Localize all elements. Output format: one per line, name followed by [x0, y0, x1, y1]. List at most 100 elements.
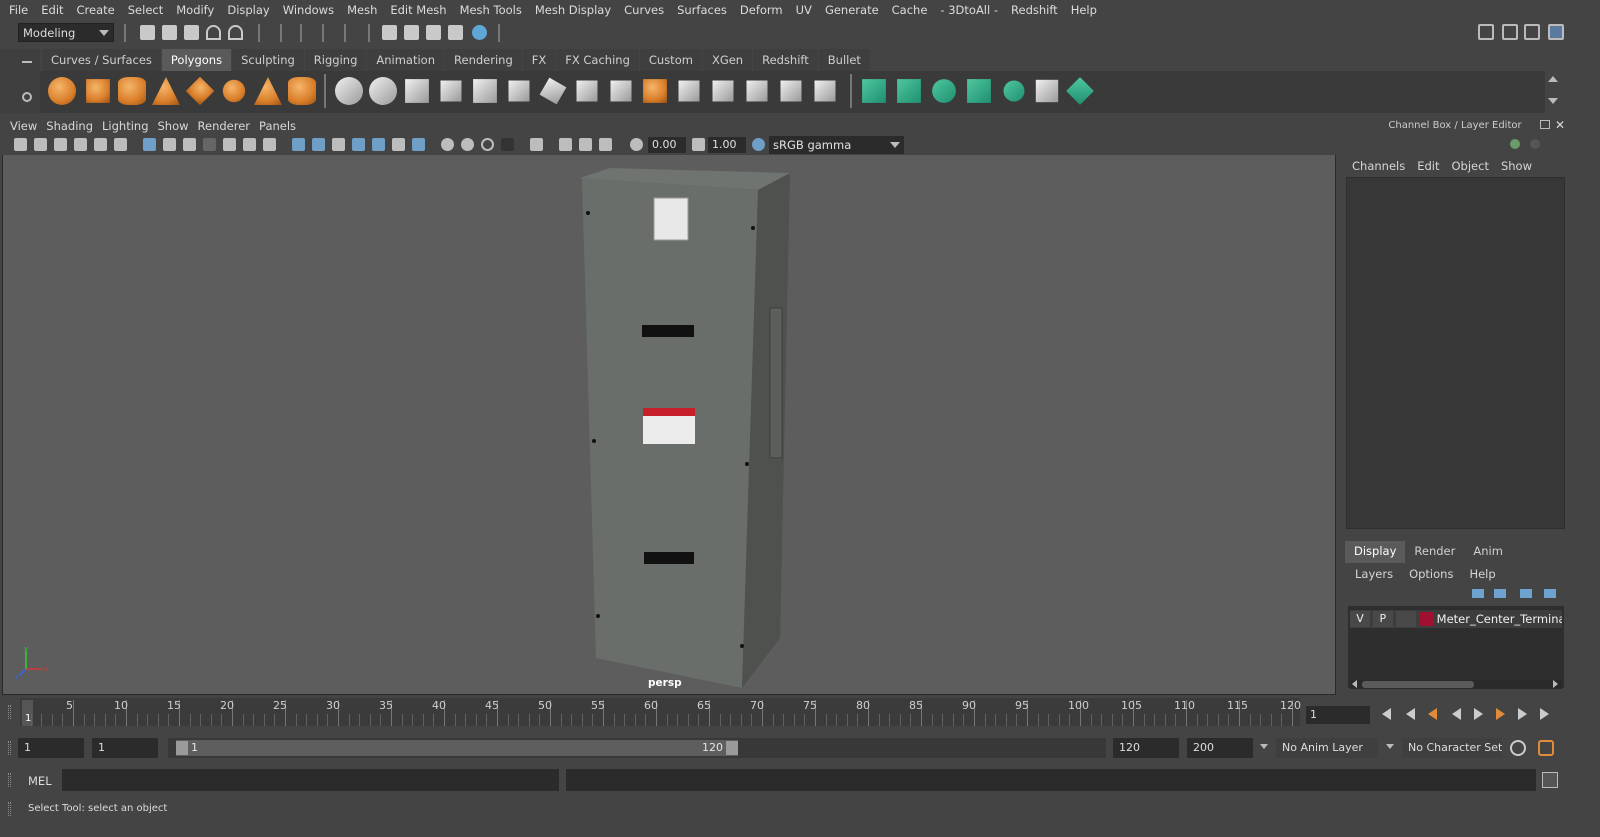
- range-start-handle[interactable]: [176, 741, 188, 755]
- viewport-menu-show[interactable]: Show: [156, 119, 196, 133]
- layer-visibility-toggle[interactable]: V: [1350, 611, 1370, 627]
- bookmarks-icon[interactable]: [54, 138, 67, 151]
- menu-edit[interactable]: Edit: [36, 3, 71, 17]
- grease-pencil-icon[interactable]: [114, 138, 127, 151]
- character-set-dropdown[interactable]: No Character Set: [1402, 738, 1502, 758]
- scroll-left-icon[interactable]: [1352, 680, 1357, 688]
- channel-box-menu-show[interactable]: Show: [1495, 155, 1538, 177]
- shelf-gear-icon[interactable]: [22, 92, 32, 102]
- layer-menu-options[interactable]: Options: [1401, 564, 1461, 584]
- select-camera-icon[interactable]: [14, 138, 27, 151]
- menu-mesh[interactable]: Mesh: [342, 3, 385, 17]
- combine-icon[interactable]: [335, 77, 363, 105]
- auto-key-icon[interactable]: [1510, 740, 1526, 756]
- step-forward-key-icon[interactable]: [1496, 708, 1505, 720]
- step-back-frame-icon[interactable]: [1406, 708, 1415, 720]
- playback-start-field[interactable]: 1: [92, 738, 158, 758]
- 2d-pan-zoom-icon[interactable]: [94, 138, 107, 151]
- bridge-icon[interactable]: [508, 80, 530, 102]
- gate-mask-icon[interactable]: [203, 138, 216, 151]
- chevron-down-icon[interactable]: [1260, 744, 1268, 749]
- layer-color-swatch[interactable]: [1418, 612, 1433, 626]
- shelf-tab-animation[interactable]: Animation: [367, 49, 445, 71]
- layer-menu-layers[interactable]: Layers: [1347, 564, 1401, 584]
- resolution-gate-icon[interactable]: [183, 138, 196, 151]
- use-default-material-icon[interactable]: [332, 138, 345, 151]
- range-slider-bar[interactable]: [176, 740, 738, 756]
- render-view-icon[interactable]: [382, 25, 397, 40]
- channel-box-toggle-icon[interactable]: [1548, 24, 1564, 40]
- bevel-icon[interactable]: [576, 80, 598, 102]
- undo-icon[interactable]: [206, 25, 221, 40]
- uv-planar-map-icon[interactable]: [862, 79, 886, 103]
- shelf-tab-redshift[interactable]: Redshift: [753, 49, 818, 71]
- menu-mesh-display[interactable]: Mesh Display: [530, 3, 619, 17]
- anim-layer-dropdown[interactable]: No Anim Layer: [1276, 738, 1378, 758]
- hypershade-icon[interactable]: [472, 25, 487, 40]
- channel-box-menu-channels[interactable]: Channels: [1346, 155, 1411, 177]
- menu-redshift[interactable]: Redshift: [1006, 3, 1066, 17]
- tool-settings-icon[interactable]: [1524, 24, 1540, 40]
- command-line-grip[interactable]: [8, 773, 11, 787]
- step-forward-frame-icon[interactable]: [1518, 708, 1527, 720]
- shelf-tab-xgen[interactable]: XGen: [702, 49, 753, 71]
- motion-blur-icon[interactable]: [461, 138, 474, 151]
- xray-active-components-icon[interactable]: [579, 138, 592, 151]
- redo-icon[interactable]: [228, 25, 243, 40]
- open-scene-icon[interactable]: [162, 25, 177, 40]
- shelf-menu-icon[interactable]: [22, 61, 32, 63]
- range-slider-grip[interactable]: [8, 741, 11, 755]
- use-all-lights-icon[interactable]: [392, 138, 405, 151]
- chevron-down-icon[interactable]: [1386, 744, 1394, 749]
- anti-aliasing-icon[interactable]: [481, 138, 494, 151]
- layer-name[interactable]: Meter_Center_Terminal_B: [1437, 612, 1562, 626]
- screen-space-ao-icon[interactable]: [441, 138, 454, 151]
- new-scene-icon[interactable]: [140, 25, 155, 40]
- ipr-render-icon[interactable]: [426, 25, 441, 40]
- shelf-tab-polygons[interactable]: Polygons: [161, 49, 232, 71]
- mirror-icon[interactable]: [814, 80, 836, 102]
- viewport-menu-view[interactable]: View: [8, 119, 44, 133]
- film-gate-icon[interactable]: [163, 138, 176, 151]
- layer-tab-anim[interactable]: Anim: [1464, 541, 1512, 563]
- menu-edit-mesh[interactable]: Edit Mesh: [385, 3, 454, 17]
- append-polygon-icon[interactable]: [678, 80, 700, 102]
- camera-attributes-icon[interactable]: [34, 138, 47, 151]
- menu-help[interactable]: Help: [1066, 3, 1105, 17]
- close-icon[interactable]: ✕: [1555, 118, 1565, 132]
- range-end-handle[interactable]: [726, 741, 738, 755]
- field-chart-icon[interactable]: [223, 138, 236, 151]
- safe-action-icon[interactable]: [243, 138, 256, 151]
- new-layer-icon[interactable]: [1520, 589, 1532, 598]
- insert-edge-loop-icon[interactable]: [610, 80, 632, 102]
- menu-create[interactable]: Create: [72, 3, 123, 17]
- exposure-icon[interactable]: [630, 138, 643, 151]
- new-layer-from-selected-icon[interactable]: [1544, 589, 1556, 598]
- poly-cube-icon[interactable]: [86, 79, 110, 103]
- xray-joints-icon[interactable]: [599, 138, 612, 151]
- textured-icon[interactable]: [372, 138, 385, 151]
- menu-3dtoall[interactable]: - 3DtoAll -: [935, 3, 1006, 17]
- go-to-end-icon[interactable]: [1540, 708, 1549, 720]
- channel-box-area[interactable]: [1346, 177, 1565, 529]
- poly-sphere-icon[interactable]: [48, 77, 76, 105]
- render-settings-icon[interactable]: [448, 25, 463, 40]
- move-layer-up-icon[interactable]: [1472, 589, 1484, 598]
- shelf-tab-curves-surfaces[interactable]: Curves / Surfaces: [42, 49, 161, 71]
- menu-curves[interactable]: Curves: [619, 3, 672, 17]
- shelf-tab-bullet[interactable]: Bullet: [818, 49, 870, 71]
- offset-edge-loop-icon[interactable]: [643, 79, 667, 103]
- layer-tab-display[interactable]: Display: [1345, 541, 1406, 563]
- wireframe-on-shaded-icon[interactable]: [352, 138, 365, 151]
- playback-end-field[interactable]: 120: [1113, 738, 1179, 758]
- shelf-tab-sculpting[interactable]: Sculpting: [232, 49, 304, 71]
- uv-cylindrical-map-icon[interactable]: [897, 79, 921, 103]
- menu-windows[interactable]: Windows: [278, 3, 342, 17]
- depth-of-field-icon[interactable]: [501, 138, 514, 151]
- shelf-scroll-up-icon[interactable]: [1548, 76, 1558, 82]
- cabinet-model[interactable]: [570, 168, 800, 693]
- channel-box-menu-object[interactable]: Object: [1446, 155, 1495, 177]
- play-forwards-icon[interactable]: [1474, 708, 1483, 720]
- time-slider[interactable]: [20, 698, 1300, 726]
- channel-box-menu-edit[interactable]: Edit: [1411, 155, 1445, 177]
